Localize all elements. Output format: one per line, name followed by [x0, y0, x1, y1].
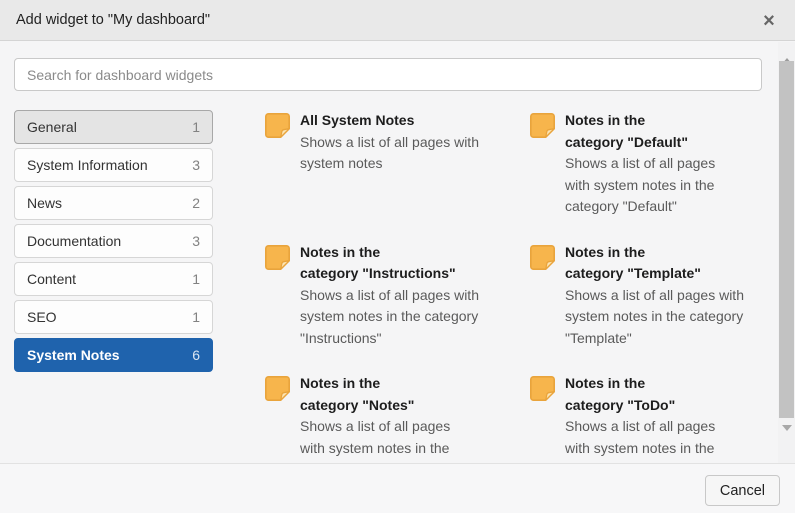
widget-description: Shows a list of all pages with system no…	[300, 416, 450, 463]
widget-notes-category-todo[interactable]: Notes in the category "ToDo" Shows a lis…	[529, 373, 794, 463]
category-count: 2	[192, 195, 200, 211]
sidebar-item-general[interactable]: General 1	[14, 110, 213, 144]
close-icon: ×	[763, 10, 775, 32]
widget-description: Shows a list of all pages with system no…	[565, 285, 744, 350]
scroll-down-button[interactable]	[778, 430, 795, 447]
scroll-down-icon	[782, 425, 792, 446]
category-list: General 1 System Information 3 News 2 Do…	[14, 110, 213, 376]
sticky-note-icon	[529, 244, 556, 271]
widget-description: Shows a list of all pages with system no…	[300, 285, 479, 350]
category-count: 1	[192, 119, 200, 135]
widget-text: Notes in the category "Instructions" Sho…	[300, 242, 479, 350]
widget-grid: All System Notes Shows a list of all pag…	[264, 110, 794, 463]
category-label: System Notes	[27, 347, 120, 363]
widget-title: Notes in the category "Instructions"	[300, 242, 479, 285]
widget-notes-category-notes[interactable]: Notes in the category "Notes" Shows a li…	[264, 373, 529, 463]
vertical-scrollbar[interactable]	[778, 42, 795, 463]
widget-description: Shows a list of all pages with system no…	[565, 416, 715, 463]
sticky-note-icon	[529, 375, 556, 402]
widget-title: Notes in the category "Default"	[565, 110, 715, 153]
widget-notes-category-default[interactable]: Notes in the category "Default" Shows a …	[529, 110, 794, 218]
dialog-header: Add widget to "My dashboard" ×	[0, 0, 795, 41]
category-label: Content	[27, 271, 76, 287]
widget-text: Notes in the category "ToDo" Shows a lis…	[565, 373, 715, 463]
sidebar-item-content[interactable]: Content 1	[14, 262, 213, 296]
dialog-footer: Cancel	[0, 463, 795, 513]
widget-title: Notes in the category "Notes"	[300, 373, 450, 416]
widget-title: All System Notes	[300, 110, 479, 132]
sidebar-item-system-notes[interactable]: System Notes 6	[14, 338, 213, 372]
category-count: 1	[192, 271, 200, 287]
widget-text: All System Notes Shows a list of all pag…	[300, 110, 479, 175]
widget-text: Notes in the category "Default" Shows a …	[565, 110, 715, 218]
category-label: SEO	[27, 309, 57, 325]
sticky-note-icon	[264, 375, 291, 402]
widget-description: Shows a list of all pages with system no…	[300, 132, 479, 175]
category-label: News	[27, 195, 62, 211]
widget-text: Notes in the category "Template" Shows a…	[565, 242, 744, 350]
widget-description: Shows a list of all pages with system no…	[565, 153, 715, 218]
scrollbar-thumb[interactable]	[779, 61, 794, 418]
sidebar-item-news[interactable]: News 2	[14, 186, 213, 220]
sidebar-item-seo[interactable]: SEO 1	[14, 300, 213, 334]
category-count: 3	[192, 233, 200, 249]
close-button[interactable]: ×	[755, 7, 783, 35]
sticky-note-icon	[264, 244, 291, 271]
scroll-up-button[interactable]	[778, 42, 795, 59]
add-widget-dialog: Add widget to "My dashboard" × General 1…	[0, 0, 795, 513]
widget-all-system-notes[interactable]: All System Notes Shows a list of all pag…	[264, 110, 529, 175]
widget-text: Notes in the category "Notes" Shows a li…	[300, 373, 450, 463]
category-label: System Information	[27, 157, 148, 173]
category-count: 1	[192, 309, 200, 325]
sticky-note-icon	[529, 112, 556, 139]
sidebar-item-system-information[interactable]: System Information 3	[14, 148, 213, 182]
dialog-body: General 1 System Information 3 News 2 Do…	[0, 42, 795, 463]
sidebar-item-documentation[interactable]: Documentation 3	[14, 224, 213, 258]
widget-notes-category-template[interactable]: Notes in the category "Template" Shows a…	[529, 242, 794, 350]
dialog-title: Add widget to "My dashboard"	[16, 12, 210, 28]
widget-notes-category-instructions[interactable]: Notes in the category "Instructions" Sho…	[264, 242, 529, 350]
cancel-button[interactable]: Cancel	[705, 475, 780, 506]
widget-title: Notes in the category "ToDo"	[565, 373, 715, 416]
search-input[interactable]	[14, 58, 762, 91]
category-count: 3	[192, 157, 200, 173]
category-label: Documentation	[27, 233, 121, 249]
category-count: 6	[192, 347, 200, 363]
widget-title: Notes in the category "Template"	[565, 242, 744, 285]
category-label: General	[27, 119, 77, 135]
sticky-note-icon	[264, 112, 291, 139]
